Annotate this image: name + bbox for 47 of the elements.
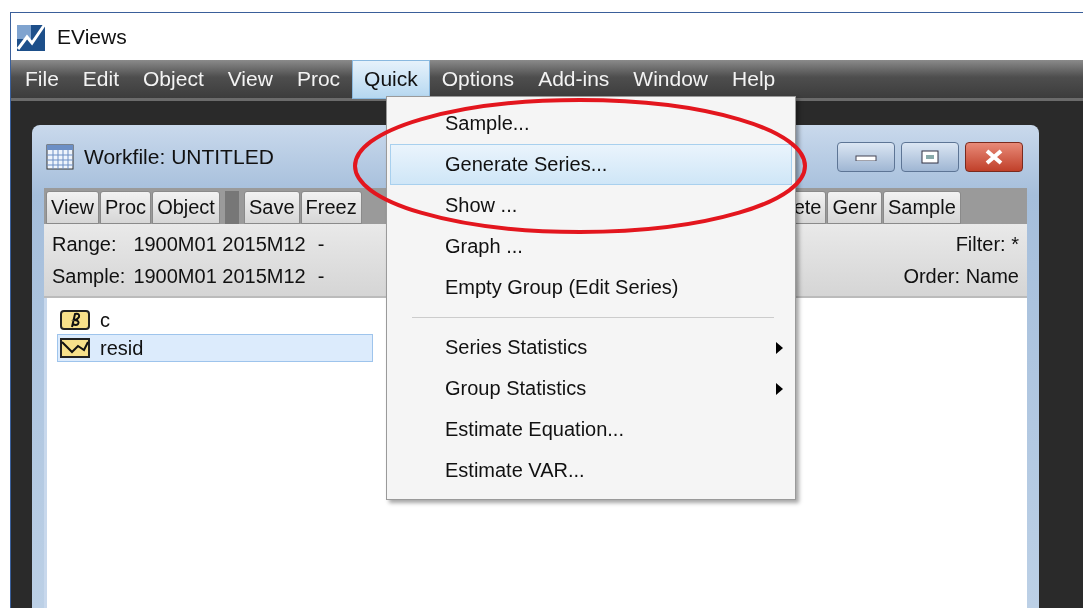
menu-option[interactable]: Estimate VAR... [390, 450, 792, 491]
maximize-icon [920, 148, 940, 165]
menu-item[interactable]: Edit [70, 59, 132, 99]
menu-option[interactable]: Graph ... [390, 226, 792, 267]
menu-item[interactable]: View [215, 59, 285, 99]
window-title: EViews [57, 24, 127, 49]
toolbar-button[interactable]: Proc [100, 191, 152, 224]
close-button[interactable] [965, 141, 1023, 172]
menu-option[interactable]: Group Statistics [390, 368, 792, 409]
toolbar-button[interactable]: Save [243, 191, 300, 224]
menu-option[interactable]: Sample... [390, 103, 792, 144]
toolbar-button[interactable]: Genr [827, 191, 882, 224]
range-value: 1900M01 2015M12 [133, 232, 306, 257]
menu-item[interactable]: Quick [352, 59, 430, 99]
close-icon [983, 147, 1005, 166]
menu-option[interactable]: Estimate Equation... [390, 409, 792, 450]
range-label: Range: [52, 232, 118, 257]
sample-value: 1900M01 2015M12 [133, 264, 306, 289]
sample-dash: - [317, 264, 325, 289]
menu-item[interactable]: Add-ins [526, 59, 622, 99]
range-dash: - [317, 232, 325, 257]
menu-item[interactable]: Options [429, 59, 527, 99]
toolbar-separator [224, 191, 239, 224]
sample-label: Sample: [52, 264, 126, 289]
toolbar-button[interactable]: Object [152, 191, 220, 224]
toolbar-button[interactable]: Sample [882, 191, 961, 224]
menu-item[interactable]: File [13, 59, 71, 99]
filter-label: Filter: * [954, 232, 1019, 257]
menu-option[interactable]: Series Statistics [390, 327, 792, 368]
menu-item[interactable]: Object [131, 59, 216, 99]
beta-icon [60, 310, 90, 330]
minimize-button[interactable] [837, 141, 895, 172]
menu-item[interactable]: Help [720, 59, 788, 99]
order-label: Order: Name [903, 264, 1019, 289]
series-icon [60, 338, 90, 358]
minimize-icon [854, 152, 878, 161]
table-icon [46, 143, 74, 170]
toolbar-button[interactable]: Freez [300, 191, 362, 224]
toolbar-button[interactable]: View [46, 191, 99, 224]
menu-option[interactable]: Empty Group (Edit Series) [390, 267, 792, 308]
menu-item[interactable]: Proc [284, 59, 353, 99]
workfile-title: Workfile: UNTITLED [84, 144, 274, 169]
menu-item[interactable]: Window [621, 59, 721, 99]
object-item[interactable]: c [57, 306, 373, 334]
menu-option[interactable]: Generate Series... [390, 144, 792, 185]
object-item[interactable]: resid [57, 334, 373, 362]
maximize-button[interactable] [901, 141, 959, 172]
